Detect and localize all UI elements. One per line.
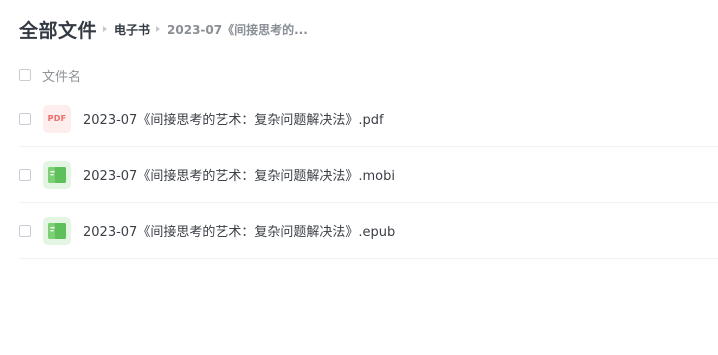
pdf-file-icon: PDF <box>43 104 71 133</box>
file-row[interactable]: 2023-07《间接思考的艺术：复杂问题解决法》.epub <box>19 203 718 259</box>
breadcrumb: 全部文件 电子书 2023-07《间接思考的... <box>19 16 308 42</box>
breadcrumb-all-files[interactable]: 全部文件 <box>19 16 97 43</box>
breadcrumb-current-folder: 2023-07《间接思考的... <box>167 22 308 37</box>
file-row[interactable]: 2023-07《间接思考的艺术：复杂问题解决法》.mobi <box>19 147 718 203</box>
ebook-file-icon <box>43 216 71 245</box>
filename-column-header: 文件名 <box>42 69 82 85</box>
pdf-icon-text: PDF <box>47 114 67 123</box>
file-checkbox[interactable] <box>19 112 31 125</box>
select-all-checkbox[interactable] <box>19 69 31 81</box>
breadcrumb-ebooks[interactable]: 电子书 <box>114 21 150 38</box>
file-name[interactable]: 2023-07《间接思考的艺术：复杂问题解决法》.epub <box>83 221 395 240</box>
breadcrumb-separator-icon <box>103 26 108 32</box>
file-list: PDF 2023-07《间接思考的艺术：复杂问题解决法》.pdf 2023-07… <box>19 91 718 259</box>
ebook-file-icon <box>43 160 71 189</box>
file-checkbox[interactable] <box>19 224 31 237</box>
breadcrumb-separator-icon <box>156 26 161 32</box>
file-row[interactable]: PDF 2023-07《间接思考的艺术：复杂问题解决法》.pdf <box>19 91 718 147</box>
file-name[interactable]: 2023-07《间接思考的艺术：复杂问题解决法》.mobi <box>83 165 395 184</box>
file-checkbox[interactable] <box>19 168 31 181</box>
file-name[interactable]: 2023-07《间接思考的艺术：复杂问题解决法》.pdf <box>83 109 384 128</box>
file-list-header: 文件名 <box>19 64 718 86</box>
file-browser: 全部文件 电子书 2023-07《间接思考的... 文件名 PDF 2023-0… <box>0 0 718 355</box>
